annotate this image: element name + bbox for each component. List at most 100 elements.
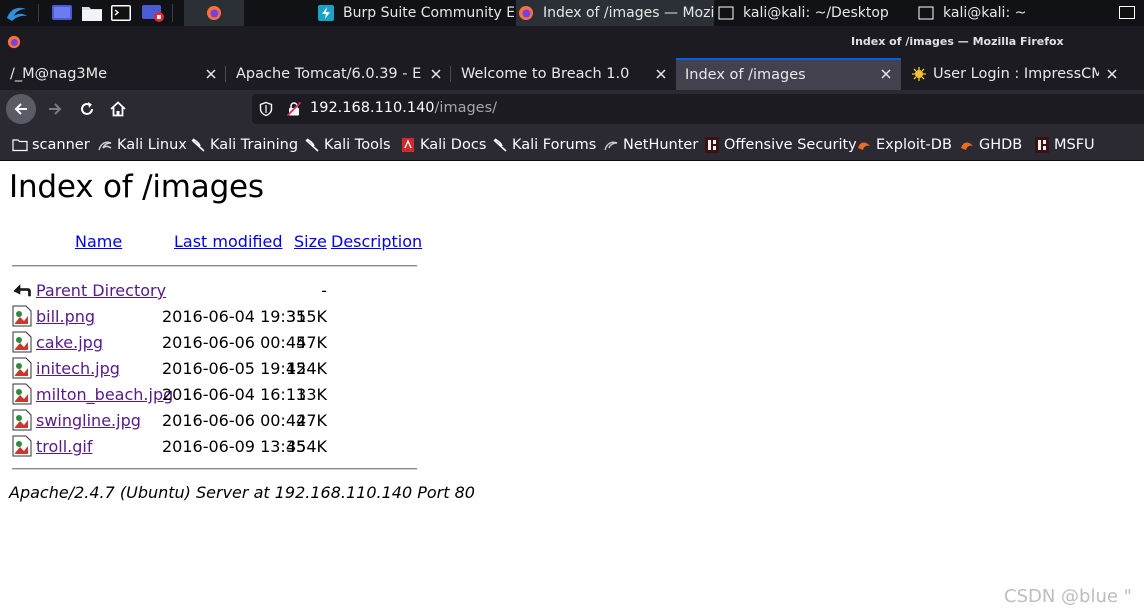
tab-label: /_M@nag3Me xyxy=(10,66,108,82)
bookmark-offensive-security[interactable]: Offensive Security xyxy=(704,128,857,161)
firefox-icon xyxy=(7,35,21,49)
file-link[interactable]: milton_beach.jpg xyxy=(36,385,173,404)
bookmark-label: Kali Tools xyxy=(324,136,391,153)
file-link[interactable]: bill.png xyxy=(36,307,95,326)
taskbar-firefox-launcher[interactable] xyxy=(184,0,244,26)
offsec-icon xyxy=(1035,136,1049,153)
table-row: cake.jpg 2016-06-06 00:45 47K xyxy=(12,330,342,356)
home-button[interactable] xyxy=(103,94,133,124)
close-icon[interactable] xyxy=(879,67,893,81)
file-size: 27K xyxy=(296,411,327,430)
os-taskbar: Burp Suite Community E... Index of /imag… xyxy=(0,0,1144,26)
file-modified: 2016-06-05 19:45 xyxy=(162,359,307,378)
file-link[interactable]: swingline.jpg xyxy=(36,411,141,430)
tab-manager[interactable]: /_M@nag3Me xyxy=(0,58,226,90)
tab-strip: /_M@nag3Me Apache Tomcat/6.0.39 - Erro W… xyxy=(0,58,1144,139)
nethunter-icon xyxy=(604,141,618,150)
tab-breach[interactable]: Welcome to Breach 1.0 xyxy=(451,58,676,90)
image-file-icon xyxy=(12,383,32,405)
tab-label: User Login : ImpressCMS xyxy=(933,66,1099,82)
tab-index-of-images[interactable]: Index of /images xyxy=(676,58,901,90)
file-link[interactable]: cake.jpg xyxy=(36,333,103,352)
file-link[interactable]: troll.gif xyxy=(36,437,93,456)
bookmark-kali-docs[interactable]: Kali Docs xyxy=(400,128,486,161)
close-icon[interactable] xyxy=(429,67,443,81)
terminal-icon[interactable] xyxy=(1118,3,1136,23)
file-size: 33K xyxy=(296,385,327,404)
column-header-size[interactable]: Size xyxy=(294,232,327,251)
bookmarks-toolbar: scanner Kali Linux Kali Training Kali To… xyxy=(0,128,1144,161)
taskbar-task-label: Burp Suite Community E... xyxy=(343,5,514,21)
bookmark-exploit-db[interactable]: Exploit-DB xyxy=(856,128,952,161)
kali-dragon-icon xyxy=(191,137,205,152)
back-button[interactable] xyxy=(6,94,36,124)
table-row: initech.jpg 2016-06-05 19:45 124K xyxy=(12,356,342,382)
terminal-icon[interactable] xyxy=(110,3,132,23)
forward-arrow-icon xyxy=(49,103,62,115)
home-icon xyxy=(110,101,126,117)
tab-apache-tomcat[interactable]: Apache Tomcat/6.0.39 - Erro xyxy=(226,58,451,90)
close-icon[interactable] xyxy=(654,67,668,81)
bookmark-scanner[interactable]: scanner xyxy=(12,128,90,161)
bookmark-label: Kali Training xyxy=(210,136,299,153)
file-modified: 2016-06-09 13:45 xyxy=(162,437,307,456)
terminal-icon xyxy=(718,6,734,20)
terminal-icon xyxy=(918,6,934,20)
table-row: bill.png 2016-06-04 19:35 315K xyxy=(12,304,342,330)
tab-label: Apache Tomcat/6.0.39 - Erro xyxy=(236,66,422,82)
url-bar[interactable]: 192.168.110.140/images/ xyxy=(252,94,1144,124)
bookmark-kali-training[interactable]: Kali Training xyxy=(190,128,298,161)
bookmark-kali-linux[interactable]: Kali Linux xyxy=(97,128,187,161)
divider xyxy=(12,265,417,267)
taskbar-task-terminal-home[interactable]: kali@kali: ~ xyxy=(918,0,1058,26)
offsec-icon xyxy=(705,136,719,153)
file-link[interactable]: Parent Directory xyxy=(36,281,166,300)
kali-dragon-icon xyxy=(98,141,112,150)
file-size: 354K xyxy=(285,437,327,456)
bookmark-label: MSFU xyxy=(1054,136,1095,153)
table-row: troll.gif 2016-06-09 13:45 354K xyxy=(12,434,342,460)
bookmark-label: NetHunter xyxy=(623,136,699,153)
image-file-icon xyxy=(12,409,32,431)
column-header-name[interactable]: Name xyxy=(75,232,122,251)
file-modified: 2016-06-04 16:11 xyxy=(162,385,307,404)
exploitdb-icon xyxy=(858,141,870,150)
bookmark-nethunter[interactable]: NetHunter xyxy=(603,128,698,161)
reload-button[interactable] xyxy=(72,94,102,124)
file-manager-icon[interactable] xyxy=(81,3,103,23)
forward-button[interactable] xyxy=(40,94,70,124)
table-row: milton_beach.jpg 2016-06-04 16:11 33K xyxy=(12,382,342,408)
bookmark-kali-tools[interactable]: Kali Tools xyxy=(304,128,391,161)
bookmark-label: Offensive Security xyxy=(724,136,857,153)
bookmark-label: Kali Linux xyxy=(117,136,187,153)
file-size: 315K xyxy=(285,307,327,326)
taskbar-task-burp[interactable]: Burp Suite Community E... xyxy=(318,0,514,26)
taskbar-task-terminal-desktop[interactable]: kali@kali: ~/Desktop xyxy=(718,0,898,26)
close-icon[interactable] xyxy=(1105,67,1119,81)
exploitdb-icon xyxy=(961,141,973,150)
close-icon[interactable] xyxy=(204,67,218,81)
column-header-description[interactable]: Description xyxy=(331,232,422,251)
url-text[interactable]: 192.168.110.140/images/ xyxy=(310,100,497,116)
table-row: swingline.jpg 2016-06-06 00:44 27K xyxy=(12,408,342,434)
back-arrow-icon xyxy=(14,103,27,115)
kali-docs-icon xyxy=(402,137,414,152)
insecure-lock-icon[interactable] xyxy=(286,101,302,117)
file-modified: 2016-06-04 19:35 xyxy=(162,307,307,326)
desktop-icon[interactable] xyxy=(51,3,73,23)
screen-recorder-icon[interactable] xyxy=(141,3,165,23)
bookmark-kali-forums[interactable]: Kali Forums xyxy=(492,128,596,161)
bookmark-msfu[interactable]: MSFU xyxy=(1034,128,1095,161)
url-path: /images/ xyxy=(434,100,498,116)
tab-impresscms-login[interactable]: User Login : ImpressCMS xyxy=(901,58,1127,90)
list-item-parent: Parent Directory - xyxy=(12,278,342,304)
file-modified: 2016-06-06 00:44 xyxy=(162,411,307,430)
bookmark-label: scanner xyxy=(32,136,90,153)
column-header-last-modified[interactable]: Last modified xyxy=(174,232,282,251)
url-host: 192.168.110.140 xyxy=(310,100,435,116)
kali-menu-icon[interactable] xyxy=(4,3,30,23)
taskbar-task-firefox[interactable]: Index of /images — Mozi... xyxy=(516,0,714,26)
file-link[interactable]: initech.jpg xyxy=(36,359,120,378)
shield-icon[interactable] xyxy=(258,101,274,117)
bookmark-ghdb[interactable]: GHDB xyxy=(959,128,1022,161)
